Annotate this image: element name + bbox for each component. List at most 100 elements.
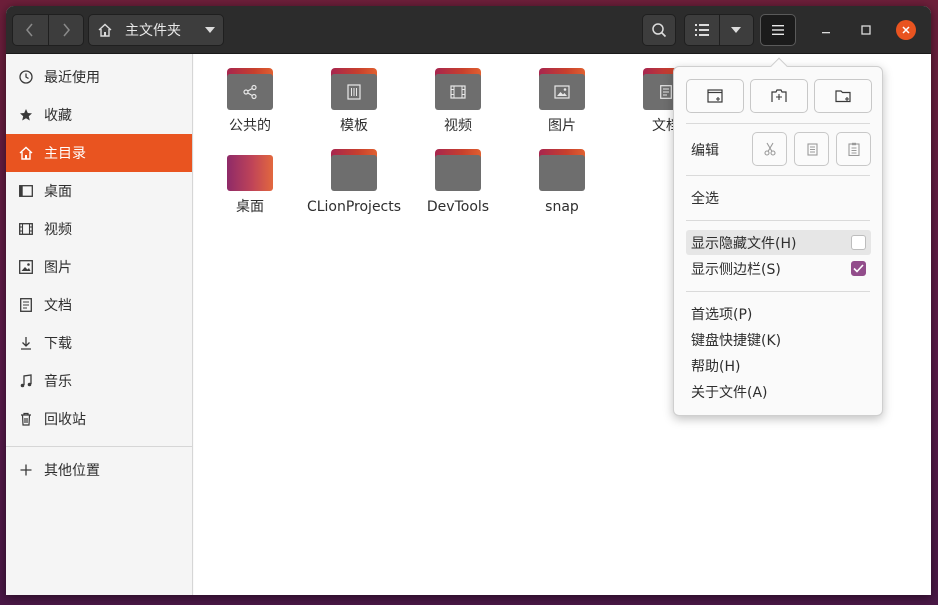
menu-item-about[interactable]: 关于文件(A): [686, 379, 871, 404]
menu-item-preferences[interactable]: 首选项(P): [686, 301, 871, 326]
minimize-button[interactable]: [816, 20, 836, 40]
film-icon: [450, 85, 466, 99]
cut-icon: [763, 142, 776, 156]
plus-icon: [18, 462, 34, 478]
show-hidden-checkbox[interactable]: [851, 235, 866, 250]
menu-item-show-hidden[interactable]: 显示隐藏文件(H): [686, 230, 871, 255]
sidebar-item-label: 图片: [44, 260, 72, 276]
menu-item-label: 首选项(P): [691, 306, 753, 323]
menu-item-label: 全选: [691, 190, 719, 207]
document-icon: [18, 297, 34, 313]
file-name: 视频: [444, 118, 472, 134]
show-sidebar-checkbox[interactable]: [851, 261, 866, 276]
file-item-snap[interactable]: snap: [514, 149, 610, 216]
menu-item-keyboard-shortcuts[interactable]: 键盘快捷键(K): [686, 327, 871, 352]
file-item-videos[interactable]: 视频: [410, 68, 506, 135]
file-item-clionprojects[interactable]: CLionProjects: [306, 149, 402, 216]
sidebar-item-trash[interactable]: 回收站: [6, 400, 192, 438]
menu-separator: [686, 123, 870, 124]
view-buttons: [684, 14, 754, 46]
new-folder-button[interactable]: [814, 79, 872, 113]
sidebar-item-other-locations[interactable]: 其他位置: [6, 451, 192, 489]
maximize-icon: [861, 25, 871, 35]
menu-item-show-sidebar[interactable]: 显示侧边栏(S): [686, 256, 871, 281]
maximize-button[interactable]: [856, 20, 876, 40]
menu-separator: [686, 175, 870, 176]
checkmark-icon: [853, 264, 864, 273]
copy-button[interactable]: [794, 132, 829, 166]
file-name: 公共的: [229, 118, 271, 134]
paste-icon: [847, 142, 860, 156]
file-name: 图片: [548, 118, 576, 134]
file-item-pictures[interactable]: 图片: [514, 68, 610, 135]
cut-button[interactable]: [752, 132, 787, 166]
template-icon: [347, 84, 361, 100]
new-window-button[interactable]: [686, 79, 744, 113]
desktop-icon: [18, 183, 34, 199]
sidebar-item-label: 其他位置: [44, 463, 100, 479]
download-icon: [18, 335, 34, 351]
home-icon: [98, 23, 112, 37]
trash-icon: [18, 411, 34, 427]
sidebar-item-home[interactable]: 主目录: [6, 134, 192, 172]
film-icon: [18, 221, 34, 237]
dropdown-arrow-icon: [731, 27, 742, 33]
hamburger-menu-icon: [772, 25, 784, 35]
sidebar-item-label: 音乐: [44, 374, 72, 390]
menu-item-help[interactable]: 帮助(H): [686, 353, 871, 378]
file-item-devtools[interactable]: DevTools: [410, 149, 506, 216]
sidebar-item-pictures[interactable]: 图片: [6, 248, 192, 286]
desktop-folder-icon: [227, 149, 273, 191]
sidebar-separator: [6, 446, 192, 447]
file-name: snap: [545, 199, 579, 215]
close-button[interactable]: [896, 20, 916, 40]
clock-icon: [18, 69, 34, 85]
new-folder-icon: [835, 90, 851, 103]
share-icon: [243, 84, 257, 100]
paste-button[interactable]: [836, 132, 871, 166]
minimize-icon: [822, 32, 830, 34]
dropdown-arrow-icon[interactable]: [205, 27, 215, 33]
search-icon: [652, 23, 667, 38]
sidebar-item-label: 桌面: [44, 184, 72, 200]
image-icon: [18, 259, 34, 275]
list-view-button[interactable]: [685, 15, 719, 45]
document-icon: [660, 85, 672, 99]
main-menu-popover: 编辑 全选 显示隐藏文件(H) 显示侧边栏(S) 首选项(P) 键盘快捷键(K)…: [673, 57, 883, 416]
folder-icon: [331, 68, 377, 110]
file-name: DevTools: [426, 199, 490, 215]
edit-label: 编辑: [691, 143, 719, 159]
forward-button[interactable]: [47, 15, 83, 45]
home-icon: [18, 145, 34, 161]
sidebar-item-starred[interactable]: 收藏: [6, 96, 192, 134]
search-button[interactable]: [642, 14, 676, 46]
new-tab-icon: [771, 89, 787, 102]
menu-item-label: 关于文件(A): [691, 384, 768, 401]
file-item-templates[interactable]: 模板: [306, 68, 402, 135]
music-icon: [18, 373, 34, 389]
new-tab-button[interactable]: [750, 79, 808, 113]
file-item-desktop[interactable]: 桌面: [202, 149, 298, 216]
file-item-public[interactable]: 公共的: [202, 68, 298, 135]
sidebar: 最近使用 收藏 主目录 桌面 视频 图片 文档 下载 音乐 回收站 其他位置: [6, 54, 193, 595]
menu-item-label: 键盘快捷键(K): [691, 332, 782, 349]
sidebar-item-label: 主目录: [44, 146, 86, 162]
sidebar-item-label: 下载: [44, 336, 72, 352]
menu-item-select-all[interactable]: 全选: [686, 185, 871, 210]
main-menu-button[interactable]: [760, 14, 796, 46]
sidebar-item-documents[interactable]: 文档: [6, 286, 192, 324]
folder-icon: [539, 68, 585, 110]
menu-separator: [686, 291, 870, 292]
path-label: 主文件夹: [125, 23, 181, 39]
sidebar-item-music[interactable]: 音乐: [6, 362, 192, 400]
back-button[interactable]: [13, 15, 48, 45]
new-window-icon: [707, 89, 723, 103]
sidebar-item-desktop[interactable]: 桌面: [6, 172, 192, 210]
sidebar-item-recent[interactable]: 最近使用: [6, 58, 192, 96]
sidebar-item-videos[interactable]: 视频: [6, 210, 192, 248]
sidebar-item-downloads[interactable]: 下载: [6, 324, 192, 362]
folder-icon: [227, 68, 273, 110]
view-options-button[interactable]: [718, 15, 753, 45]
list-view-icon: [694, 24, 709, 36]
path-home-button[interactable]: 主文件夹: [88, 14, 224, 46]
